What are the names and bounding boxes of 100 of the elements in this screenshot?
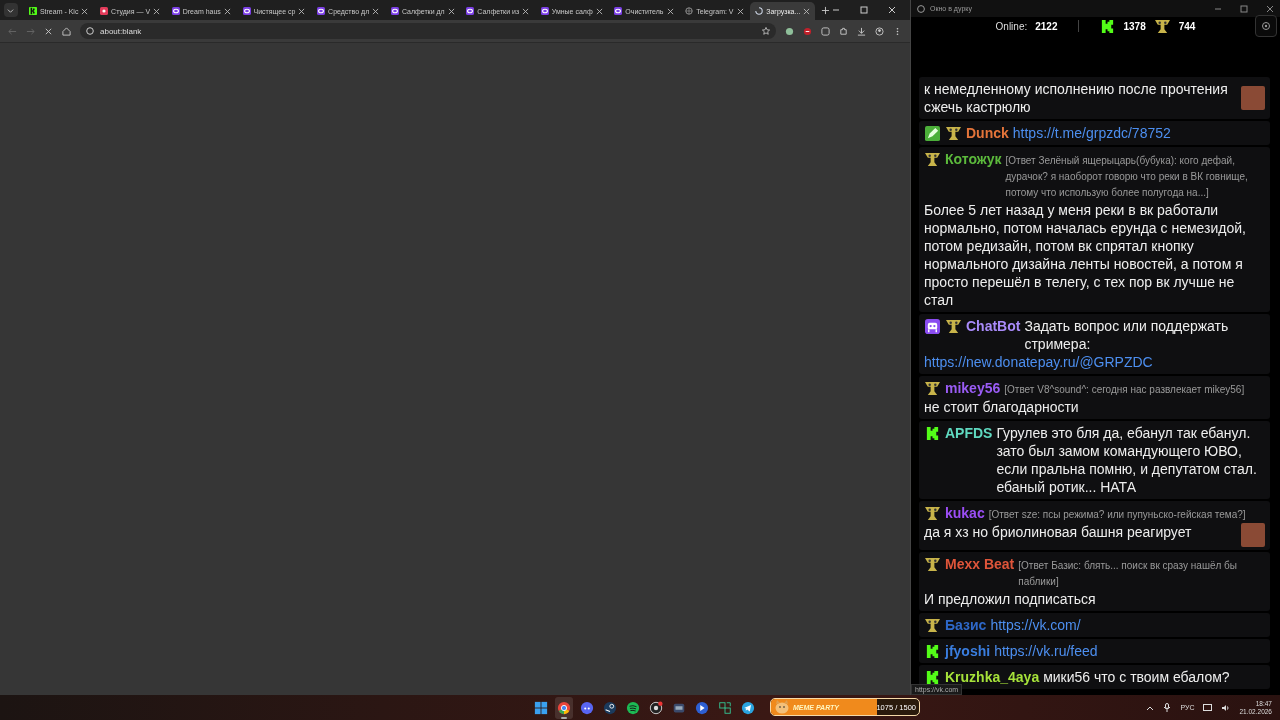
new-tab-icon[interactable] — [821, 5, 830, 15]
blocker-icon[interactable] — [803, 26, 812, 36]
close-icon[interactable] — [81, 7, 89, 15]
reply-quote: [Ответ Зелёный ящерыцарь(бубука): кого дефай, дурачок? я наоборот говорю что реки в ВК говнище, потому что использую более полугода на...] — [1005, 154, 1249, 200]
close-icon[interactable] — [522, 7, 530, 15]
settings-icon — [1261, 21, 1271, 31]
trophy-badge-icon — [945, 126, 962, 141]
extension-icon[interactable] — [821, 26, 830, 36]
online-count: 2122 — [1035, 20, 1058, 32]
ring-logo-icon — [466, 7, 475, 15]
stop-loading-icon[interactable] — [44, 26, 53, 36]
trophy-badge-icon — [924, 557, 941, 572]
monitor-icon[interactable] — [1203, 703, 1213, 712]
trophy-badge-icon — [1153, 19, 1171, 34]
username[interactable]: Mexx Beat — [945, 555, 1015, 573]
loading-spinner-icon — [755, 7, 764, 15]
online-label: Online: — [995, 20, 1028, 32]
maximize-icon[interactable] — [860, 6, 868, 14]
kick-badge-icon — [924, 426, 941, 441]
trophy-badge-icon — [924, 152, 941, 167]
chevron-down-icon — [7, 6, 15, 14]
kick-badge-icon — [924, 670, 941, 685]
windows-logo-icon — [534, 700, 548, 715]
speaker-icon[interactable] — [1221, 703, 1231, 712]
reply-quote: [Ответ sze: псы режима? или пупуньско-гейская тема?] — [988, 508, 1247, 522]
play-app-icon — [695, 700, 709, 715]
music-app-icon — [626, 700, 640, 715]
download-icon[interactable] — [857, 26, 866, 36]
settings-button[interactable] — [1255, 15, 1277, 37]
reply-quote: [Ответ Базис: блять... поиск вк сразу нашёл бы паблики] — [1018, 559, 1238, 589]
browser-logo-icon — [557, 700, 571, 715]
ring-logo-icon — [171, 7, 180, 15]
trophy-badge-icon — [924, 506, 941, 521]
ring-logo-icon — [540, 7, 549, 15]
message-text: не стоит благодарности — [924, 398, 1080, 416]
site-info-icon[interactable] — [86, 27, 94, 35]
trophy-badge-icon — [924, 618, 941, 633]
trophy-badge-icon — [924, 381, 941, 396]
message-text: да я хз но бриолиновая башня реагирует — [924, 523, 1193, 541]
ring-logo-icon — [390, 7, 399, 15]
username[interactable]: Котожук — [945, 150, 1002, 168]
globe-icon — [685, 7, 694, 15]
close-icon[interactable] — [447, 7, 455, 15]
message-link[interactable]: https://t.me/grpzdc/78752 — [1012, 124, 1171, 142]
message-text: Гурулев это бля да, ебанул так ебанул. зато был замом командующего ЮВО, если пральна помню, и депутатом стал. ебаный ротик... НАТА — [996, 424, 1258, 496]
maximize-icon[interactable] — [1240, 4, 1248, 13]
close-icon[interactable] — [372, 7, 380, 15]
home-icon[interactable] — [62, 26, 71, 36]
close-icon[interactable] — [666, 7, 674, 15]
close-icon[interactable] — [888, 6, 896, 14]
message-text: к немедленному исполнению после прочтения сжечь кастрюлю — [924, 80, 1229, 116]
close-icon[interactable] — [223, 7, 231, 15]
taskbar-app[interactable] — [555, 696, 573, 719]
minimize-icon[interactable] — [832, 6, 840, 14]
recorder-app-icon — [649, 700, 663, 715]
close-icon[interactable] — [1266, 4, 1274, 13]
pencil-badge-icon — [924, 126, 941, 141]
username[interactable]: Dunck — [966, 124, 1009, 142]
chat-app-icon — [580, 700, 594, 715]
trophy-badge-icon — [945, 319, 962, 334]
message-link[interactable]: https://vk.ru/feed — [994, 642, 1098, 660]
username[interactable]: ChatBot — [966, 317, 1021, 335]
message-text: Задать вопрос или поддержать стримера: — [1024, 317, 1230, 353]
message-text: Более 5 лет назад у меня реки в вк работали нормально, потом началась ерунда с немезидой, потом редизайн, потом вк спрятал кнопку нормального дизайна ленты новостей, а потом я просто перешёл в телегу, с тех пор вк лучше не стал — [924, 201, 1247, 309]
username[interactable]: kukac — [945, 504, 985, 522]
paper-plane-app-icon — [741, 700, 755, 715]
close-icon[interactable] — [736, 7, 744, 15]
message-link[interactable]: https://vk.com/ — [990, 616, 1081, 634]
app-logo-icon — [100, 7, 109, 15]
ring-logo-icon — [242, 7, 251, 15]
username[interactable]: APFDS — [945, 424, 993, 442]
close-icon[interactable] — [153, 7, 161, 15]
game-app-icon — [603, 700, 617, 715]
close-icon[interactable] — [803, 7, 811, 15]
message-text: И предложил подписаться — [924, 590, 1097, 608]
tab-search-button[interactable] — [4, 3, 18, 17]
message-text: мики56 что с твоим ебалом? — [1043, 668, 1231, 686]
tiles-app-icon — [718, 700, 732, 715]
username[interactable]: Базис — [945, 616, 987, 634]
username[interactable]: mikey56 — [945, 379, 1001, 397]
username[interactable]: jfyoshi — [945, 642, 991, 660]
dog-icon — [774, 700, 790, 714]
kick-viewer-count: 1378 — [1123, 20, 1146, 32]
extension-dot-icon[interactable] — [785, 26, 794, 36]
message-link[interactable]: https://new.donatepay.ru/@GRPZDC — [924, 353, 1153, 371]
kick-logo-icon — [28, 7, 37, 15]
app-logo-icon — [917, 4, 925, 13]
close-icon[interactable] — [595, 7, 603, 15]
active-indicator — [561, 716, 567, 719]
close-icon[interactable] — [298, 7, 306, 15]
ring-logo-icon — [614, 7, 623, 15]
profile-icon[interactable] — [875, 26, 884, 36]
microphone-icon[interactable] — [1163, 703, 1172, 712]
ring-logo-icon — [317, 7, 326, 15]
reply-quote: [Ответ V8^sound^: сегодня нас развлекает mikey56] — [1004, 383, 1246, 397]
trophy-count: 744 — [1178, 20, 1196, 32]
robot-badge-icon — [924, 319, 941, 334]
username[interactable]: Kruzhka_4aya — [945, 668, 1040, 686]
bookmark-star-icon[interactable] — [762, 27, 770, 35]
address-bar[interactable]: about:blank — [80, 23, 776, 39]
